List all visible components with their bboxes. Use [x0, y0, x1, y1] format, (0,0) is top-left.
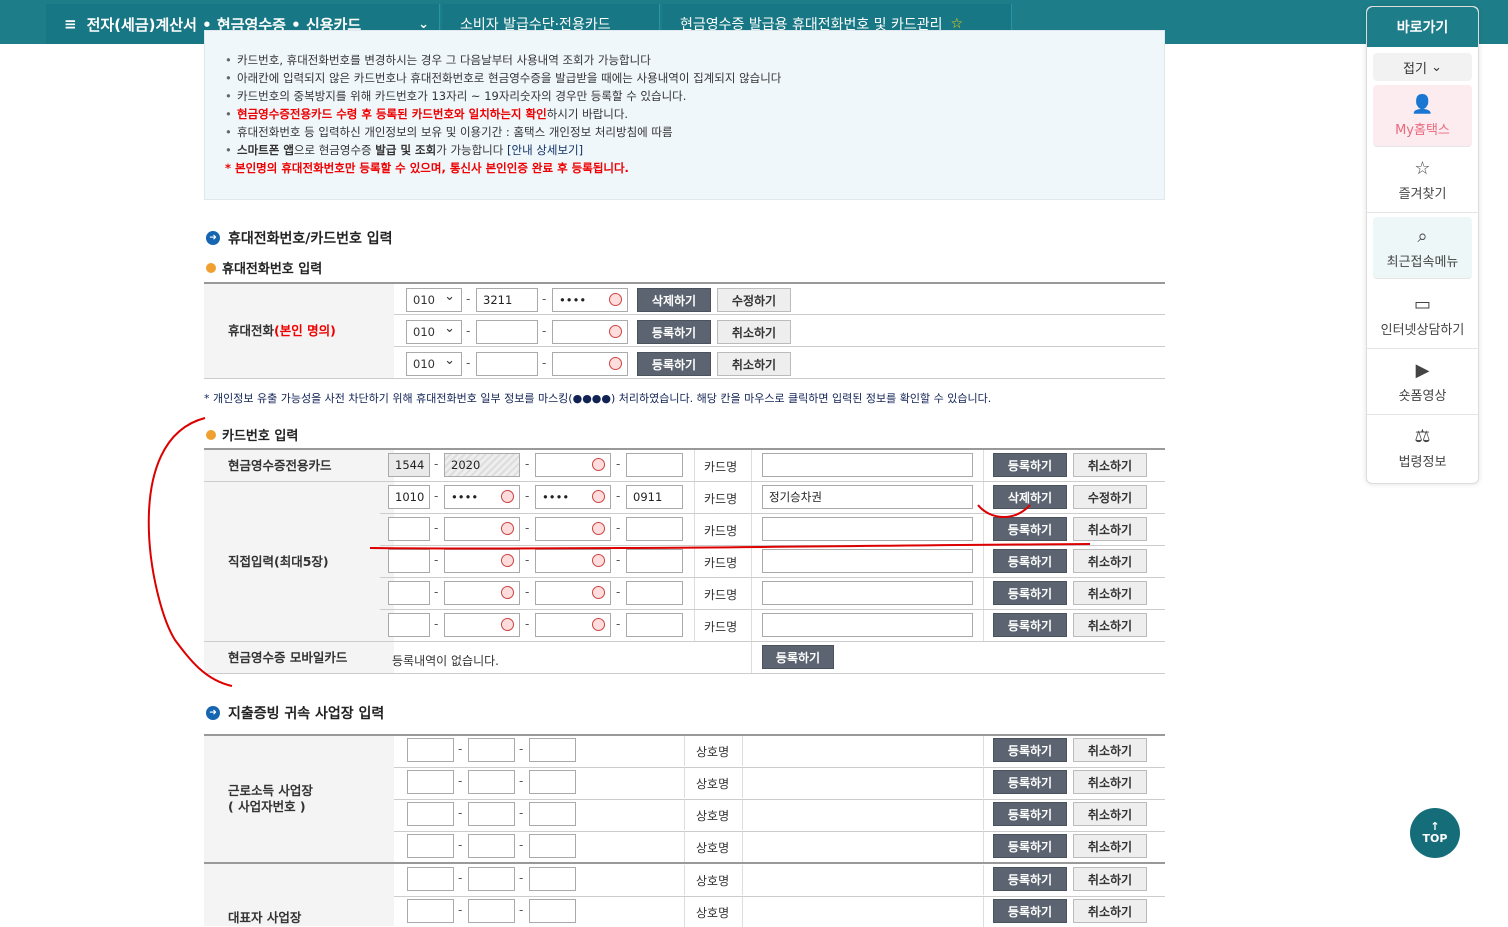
- sidebar-item-recent[interactable]: ⌕ 최근접속메뉴: [1373, 217, 1472, 279]
- gavel-icon: ⚖: [1414, 426, 1431, 447]
- play-icon: ▶: [1415, 359, 1430, 381]
- star-icon: ☆: [1414, 157, 1431, 179]
- sidebar-item-favorites[interactable]: ☆ 즐겨찾기: [1367, 147, 1478, 213]
- fold-button[interactable]: 접기 ⌄: [1373, 53, 1472, 81]
- quick-menu-sidebar: 바로가기 접기 ⌄ 👤 My홈택스 ☆ 즐겨찾기 ⌕ 최근접속메뉴 ▭ 인터넷상담하기 …: [1366, 6, 1479, 484]
- recent-search-icon: ⌕: [1417, 225, 1428, 247]
- sidebar-title: 바로가기: [1367, 7, 1478, 47]
- red-annotation: [147, 417, 1091, 687]
- sidebar-item-consult[interactable]: ▭ 인터넷상담하기: [1367, 283, 1478, 349]
- user-icon: 👤: [1411, 93, 1434, 115]
- top-button[interactable]: ↑ TOP: [1410, 808, 1460, 858]
- sidebar-item-shortform[interactable]: ▶ 숏폼영상: [1367, 349, 1478, 415]
- sidebar-item-law[interactable]: ⚖ 법령정보: [1367, 415, 1478, 481]
- sidebar-item-my-hometax[interactable]: 👤 My홈택스: [1373, 85, 1472, 147]
- laptop-check-icon: ▭: [1413, 293, 1431, 315]
